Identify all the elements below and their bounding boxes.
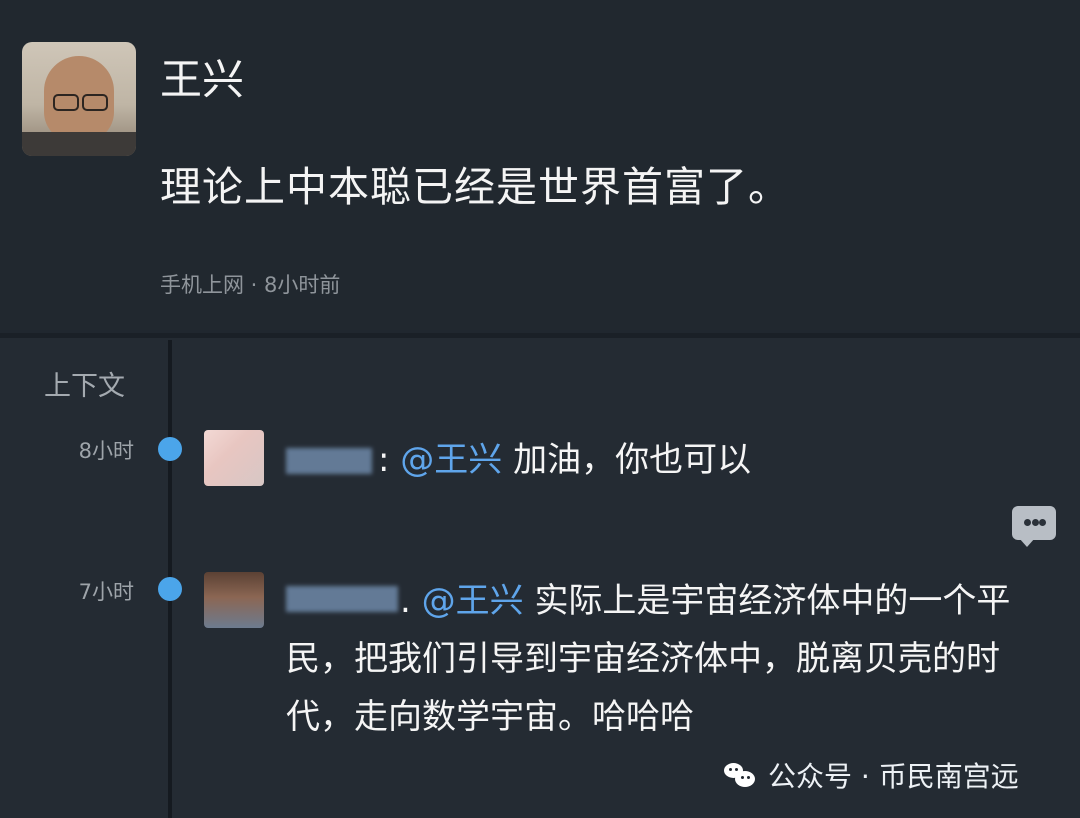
- post-content: 理论上中本聪已经是世界首富了。: [160, 163, 790, 211]
- watermark: 公众号 · 币民南宫远: [724, 755, 1019, 795]
- post-meta: 手机上网 · 8小时前: [160, 273, 341, 297]
- comment-separator-2: .: [400, 581, 411, 621]
- author-name[interactable]: 王兴: [160, 54, 244, 106]
- timeline-dot-2: [158, 577, 182, 601]
- timeline-dot-1: [158, 437, 182, 461]
- mention-link-2[interactable]: @王兴: [422, 581, 524, 621]
- comment-text-1: 加油，你也可以: [513, 440, 752, 480]
- blurred-username-1[interactable]: [286, 448, 372, 474]
- comment-text-2: 实际上是宇宙经济体中的一个平民，把我们引导到宇宙经济体中，脱离贝壳的时代，走向数…: [286, 581, 1011, 737]
- comment-time-1: 8小时: [78, 439, 134, 463]
- comment-2: . @王兴 实际上是宇宙经济体中的一个平民，把我们引导到宇宙经济体中，脱离贝壳的…: [286, 572, 1056, 746]
- avatar-shirt: [22, 132, 136, 156]
- comment-separator-1: :: [378, 440, 390, 480]
- author-avatar[interactable]: [22, 42, 136, 156]
- watermark-text: 公众号 · 币民南宫远: [768, 760, 1019, 793]
- comment-icon[interactable]: [1012, 506, 1056, 547]
- context-label: 上下文: [44, 371, 125, 402]
- commenter-avatar-2[interactable]: [204, 572, 264, 628]
- post-card: 王兴 理论上中本聪已经是世界首富了。 手机上网 · 8小时前: [0, 0, 1080, 330]
- mention-link-1[interactable]: @王兴: [400, 440, 502, 480]
- avatar-glasses-right: [82, 94, 108, 111]
- commenter-avatar-1[interactable]: [204, 430, 264, 486]
- comment-icon-dots: [1024, 519, 1046, 527]
- comment-1: : @王兴 加油，你也可以: [378, 431, 751, 489]
- wechat-icon: [724, 761, 758, 789]
- comment-time-2: 7小时: [78, 580, 134, 604]
- avatar-glasses-left: [53, 94, 79, 111]
